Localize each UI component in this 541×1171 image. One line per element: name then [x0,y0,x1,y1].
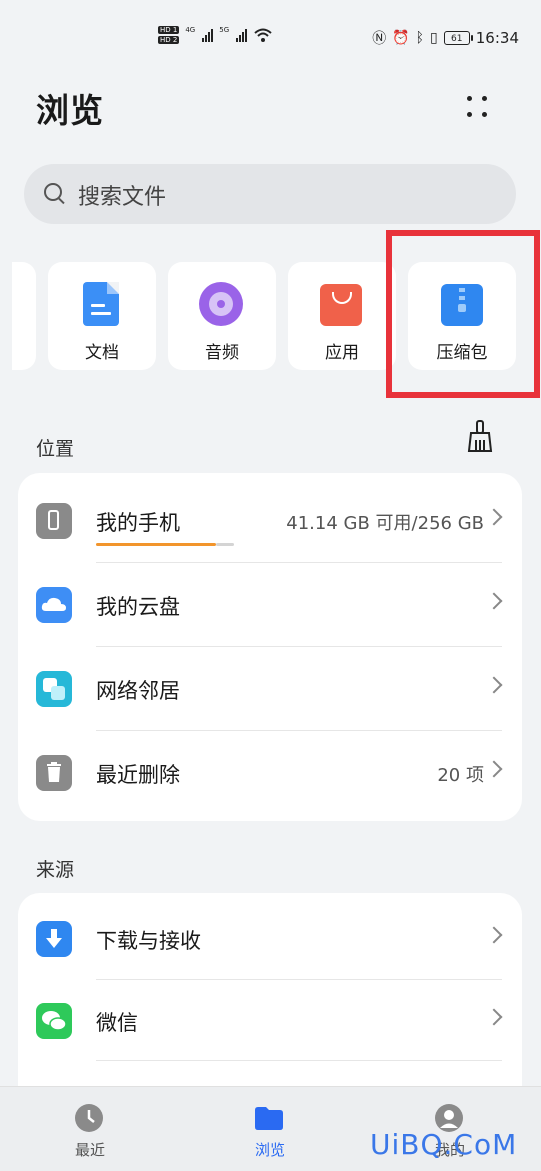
divider [96,1060,502,1061]
document-icon [83,282,119,326]
source-item-label: 下载与接收 [96,929,201,953]
section-label-location: 位置 [36,438,75,460]
location-item-recently-deleted[interactable]: 最近删除 20 项 [18,731,522,815]
location-item-cloud[interactable]: 我的云盘 [18,563,522,647]
category-label: 音频 [205,343,239,363]
category-tile-partial[interactable] [12,262,36,370]
bluetooth-icon: ᛒ [415,30,425,46]
category-label: 应用 [325,343,359,363]
watermark-text: UiBQ.CoM [370,1128,518,1161]
location-item-label: 我的手机 [96,511,180,535]
signal-icon-2 [236,28,248,42]
audio-icon [199,282,243,326]
download-icon [36,921,72,957]
phone-icon [36,503,72,539]
nav-browse[interactable]: 浏览 [210,1087,330,1171]
trash-icon [36,755,72,791]
section-label-source: 来源 [36,859,75,881]
battery-icon: 61 [443,31,473,45]
location-item-label: 我的云盘 [96,595,180,619]
folder-icon [255,1107,283,1130]
nav-recent[interactable]: 最近 [30,1087,150,1171]
more-options-icon[interactable] [458,92,498,122]
vibrate-icon: ▯ [430,30,438,46]
chevron-right-icon [485,592,503,610]
search-input[interactable]: 搜索文件 [78,179,166,211]
storage-progress-track [216,543,234,546]
signal-icon [202,28,214,42]
source-item-label: 微信 [96,1011,138,1035]
category-label: 文档 [85,343,119,363]
network-type-2: 5G [219,26,230,34]
category-documents[interactable]: 文档 [48,262,156,370]
clock-time: 16:34 [475,29,519,47]
chevron-right-icon [485,676,503,694]
nav-label: 浏览 [254,1141,285,1159]
nfc-icon: Ⓝ [372,31,387,47]
alarm-icon: ⏰ [392,30,410,46]
storage-progress-bar [96,543,216,546]
hd2-badge: HD 2 [158,36,180,44]
highlight-box [386,230,540,398]
storage-value: 41.14 GB 可用/256 GB [286,513,484,534]
signal-area: HD 1 HD 2 4G 5G [158,26,273,44]
cloud-icon [36,587,72,623]
chevron-right-icon [485,1008,503,1026]
category-audio[interactable]: 音频 [168,262,276,370]
category-apps[interactable]: 应用 [288,262,396,370]
chevron-right-icon [485,508,503,526]
status-bar: HD 1 HD 2 4G 5G Ⓝ ⏰ ᛒ ▯ 61 16:34 [0,0,541,80]
deleted-count: 20 项 [437,765,484,786]
wechat-icon [36,1003,72,1039]
network-icon [36,671,72,707]
broom-icon[interactable] [466,420,494,452]
location-item-my-phone[interactable]: 我的手机 41.14 GB 可用/256 GB [18,479,522,563]
source-item-wechat[interactable]: 微信 [18,979,522,1063]
chevron-right-icon [485,760,503,778]
location-item-network[interactable]: 网络邻居 [18,647,522,731]
location-item-label: 网络邻居 [96,679,180,703]
wifi-icon [254,28,272,42]
hd1-badge: HD 1 [158,26,180,34]
nav-label: 最近 [74,1141,105,1159]
app-bag-icon [320,284,362,326]
chevron-right-icon [485,926,503,944]
network-type-1: 4G [185,26,196,34]
source-card: 下载与接收 微信 [18,893,522,1113]
location-item-label: 最近删除 [96,763,180,787]
search-bar[interactable]: 搜索文件 [24,164,516,224]
search-icon [44,183,62,201]
system-icons: Ⓝ ⏰ ᛒ ▯ 61 16:34 [372,28,519,48]
page-title: 浏览 [36,91,104,130]
clock-icon [75,1104,103,1132]
source-item-downloads[interactable]: 下载与接收 [18,897,522,981]
location-card: 我的手机 41.14 GB 可用/256 GB 我的云盘 网络邻居 最近删除 2… [18,473,522,821]
